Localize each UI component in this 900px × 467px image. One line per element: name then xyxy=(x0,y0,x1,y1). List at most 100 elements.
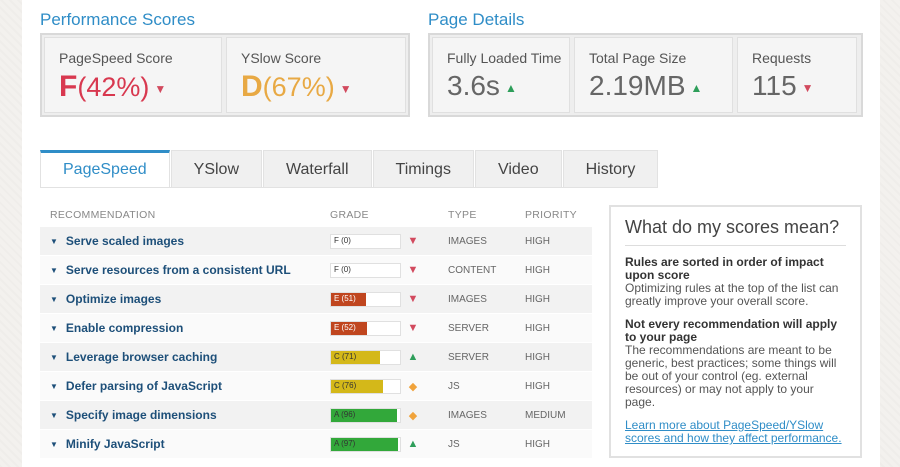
expand-caret-icon[interactable]: ▼ xyxy=(50,295,58,304)
pagespeed-score-value: F(42%) ▼ xyxy=(59,70,166,104)
grade-label: A (97) xyxy=(334,438,356,448)
grade-cell: C (71) ▲ xyxy=(330,349,448,365)
chevron-down-icon: ▼ xyxy=(407,293,419,305)
diamond-icon: ◆ xyxy=(408,380,418,393)
expand-caret-icon[interactable]: ▼ xyxy=(50,237,58,246)
grade-bar: A (97) xyxy=(330,436,401,452)
page-size-label: Total Page Size xyxy=(589,50,687,66)
page: Performance Scores PageSpeed Score F(42%… xyxy=(22,0,880,467)
page-details-box: Fully Loaded Time 3.6s ▲ Total Page Size … xyxy=(428,33,863,117)
chevron-up-icon: ▲ xyxy=(407,351,419,363)
type-cell: IMAGES xyxy=(448,409,487,421)
type-cell: SERVER xyxy=(448,322,489,334)
type-cell: IMAGES xyxy=(448,235,487,247)
type-cell: JS xyxy=(448,380,460,392)
tab-waterfall[interactable]: Waterfall xyxy=(263,150,372,188)
recommendation-label: Leverage browser caching xyxy=(65,350,218,364)
recommendation-cell[interactable]: ▼ Serve resources from a consistent URL xyxy=(40,263,330,277)
recommendation-cell[interactable]: ▼ Serve scaled images xyxy=(40,234,330,248)
pagespeed-percent: (42%) xyxy=(77,72,150,102)
recommendation-label: Optimize images xyxy=(65,292,162,306)
recommendation-cell[interactable]: ▼ Leverage browser caching xyxy=(40,350,330,364)
priority-cell: HIGH xyxy=(525,264,550,276)
grade-label: C (76) xyxy=(334,380,357,390)
page-size-cell: Total Page Size 2.19MB ▲ xyxy=(574,37,733,113)
priority-cell: HIGH xyxy=(525,235,550,247)
table-header: RECOMMENDATION GRADE TYPE PRIORITY xyxy=(40,203,592,227)
recommendation-label: Defer parsing of JavaScript xyxy=(65,379,222,393)
chevron-down-icon: ▼ xyxy=(154,81,167,96)
requests-number: 115 xyxy=(752,70,797,101)
table-row[interactable]: ▼ Enable compression E (52) ▼ SERVER HIGH xyxy=(40,314,592,343)
yslow-score-cell: YSlow Score D(67%) ▼ xyxy=(226,37,406,113)
requests-cell: Requests 115 ▼ xyxy=(737,37,857,113)
grade-label: E (52) xyxy=(334,322,356,332)
recommendation-cell[interactable]: ▼ Specify image dimensions xyxy=(40,408,330,422)
scores-info-panel: What do my scores mean? Rules are sorted… xyxy=(609,205,862,458)
recommendation-label: Specify image dimensions xyxy=(65,408,217,422)
expand-caret-icon[interactable]: ▼ xyxy=(50,324,58,333)
tab-yslow[interactable]: YSlow xyxy=(170,150,262,188)
grade-cell: E (51) ▼ xyxy=(330,291,448,307)
grade-bar: C (76) xyxy=(330,378,401,394)
grade-bar: E (52) xyxy=(330,320,401,336)
recommendation-label: Serve scaled images xyxy=(65,234,184,248)
header-priority: PRIORITY xyxy=(525,209,577,221)
table-row[interactable]: ▼ Serve resources from a consistent URL F … xyxy=(40,256,592,285)
grade-bar: F (0) xyxy=(330,233,401,249)
recommendation-cell[interactable]: ▼ Enable compression xyxy=(40,321,330,335)
chevron-up-icon: ▲ xyxy=(407,438,419,450)
grade-bar: F (0) xyxy=(330,262,401,278)
load-time-number: 3.6s xyxy=(447,70,500,101)
expand-caret-icon[interactable]: ▼ xyxy=(50,440,58,449)
chevron-down-icon: ▼ xyxy=(801,80,814,95)
tab-pagespeed[interactable]: PageSpeed xyxy=(40,150,170,188)
grade-cell: F (0) ▼ xyxy=(330,233,448,249)
grade-label: F (0) xyxy=(334,264,351,274)
expand-caret-icon[interactable]: ▼ xyxy=(50,266,58,275)
tab-video[interactable]: Video xyxy=(474,150,562,188)
pagespeed-score-label: PageSpeed Score xyxy=(59,50,173,66)
load-time-value: 3.6s ▲ xyxy=(447,70,517,102)
pagespeed-score-cell: PageSpeed Score F(42%) ▼ xyxy=(44,37,222,113)
tab-timings[interactable]: Timings xyxy=(372,150,474,188)
header-recommendation: RECOMMENDATION xyxy=(50,209,156,221)
grade-cell: A (97) ▲ xyxy=(330,436,448,452)
grade-label: C (71) xyxy=(334,351,357,361)
info-heading-sorted: Rules are sorted in order of impact upon… xyxy=(625,255,824,282)
yslow-grade: D xyxy=(241,70,263,103)
table-row[interactable]: ▼ Serve scaled images F (0) ▼ IMAGES HIGH xyxy=(40,227,592,256)
page-size-number: 2.19MB xyxy=(589,70,686,101)
scores-info-title: What do my scores mean? xyxy=(625,217,846,246)
chevron-up-icon: ▲ xyxy=(504,80,517,95)
chevron-down-icon: ▼ xyxy=(407,322,419,334)
yslow-percent: (67%) xyxy=(262,72,335,102)
performance-scores-title: Performance Scores xyxy=(40,10,195,29)
recommendation-cell[interactable]: ▼ Optimize images xyxy=(40,292,330,306)
learn-more-link[interactable]: Learn more about PageSpeed/YSlow scores … xyxy=(625,419,846,445)
info-text-apply: The recommendations are meant to be gene… xyxy=(625,343,837,409)
expand-caret-icon[interactable]: ▼ xyxy=(50,411,58,420)
table-row[interactable]: ▼ Specify image dimensions A (96) ◆ IMAGES ME… xyxy=(40,401,592,430)
chevron-down-icon: ▼ xyxy=(407,264,419,276)
info-heading-apply: Not every recommendation will apply to y… xyxy=(625,317,838,344)
recommendation-cell[interactable]: ▼ Minify JavaScript xyxy=(40,437,330,451)
yslow-score-label: YSlow Score xyxy=(241,50,322,66)
expand-caret-icon[interactable]: ▼ xyxy=(50,382,58,391)
priority-cell: HIGH xyxy=(525,438,550,450)
header-grade: GRADE xyxy=(330,209,369,221)
table-row[interactable]: ▼ Minify JavaScript A (97) ▲ JS HIGH xyxy=(40,430,592,459)
grade-bar: E (51) xyxy=(330,291,401,307)
table-row[interactable]: ▼ Optimize images E (51) ▼ IMAGES HIGH xyxy=(40,285,592,314)
tab-history[interactable]: History xyxy=(562,150,659,188)
recommendation-cell[interactable]: ▼ Defer parsing of JavaScript xyxy=(40,379,330,393)
expand-caret-icon[interactable]: ▼ xyxy=(50,353,58,362)
table-row[interactable]: ▼ Leverage browser caching C (71) ▲ SERVER HI… xyxy=(40,343,592,372)
tab-divider xyxy=(40,187,610,188)
info-text-sorted: Optimizing rules at the top of the list … xyxy=(625,281,839,308)
type-cell: IMAGES xyxy=(448,293,487,305)
grade-bar: A (96) xyxy=(330,407,401,423)
table-row[interactable]: ▼ Defer parsing of JavaScript C (76) ◆ JS HIG… xyxy=(40,372,592,401)
requests-label: Requests xyxy=(752,50,812,66)
grade-cell: E (52) ▼ xyxy=(330,320,448,336)
